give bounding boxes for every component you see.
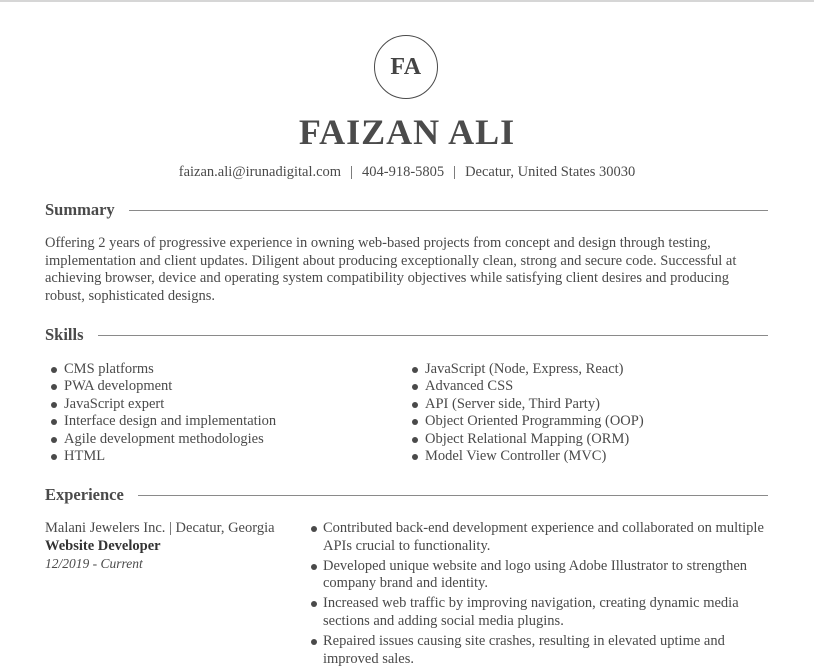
monogram-badge: FA bbox=[374, 35, 438, 99]
skills-divider bbox=[97, 334, 768, 336]
skills-list-left: CMS platforms PWA development JavaScript… bbox=[46, 361, 276, 465]
job-bullet: Developed unique website and logo using … bbox=[309, 558, 779, 593]
skill-item: Object Oriented Programming (OOP) bbox=[407, 413, 644, 430]
skill-item: Object Relational Mapping (ORM) bbox=[407, 431, 644, 448]
skill-item: Advanced CSS bbox=[407, 378, 644, 395]
skill-item: HTML bbox=[46, 448, 276, 465]
skills-section-header: Skills bbox=[45, 325, 768, 345]
job-bullet: Contributed back-end development experie… bbox=[309, 520, 779, 555]
skill-item: Interface design and implementation bbox=[46, 413, 276, 430]
skills-heading: Skills bbox=[45, 325, 84, 344]
skill-item: CMS platforms bbox=[46, 361, 276, 378]
skills-list-right: JavaScript (Node, Express, React) Advanc… bbox=[407, 361, 644, 465]
job-details: Malani Jewelers Inc. | Decatur, Georgia … bbox=[45, 520, 295, 573]
skill-item: API (Server side, Third Party) bbox=[407, 396, 644, 413]
monogram-initials: FA bbox=[390, 53, 422, 80]
experience-divider bbox=[137, 494, 768, 496]
skill-item: JavaScript expert bbox=[46, 396, 276, 413]
contact-email[interactable]: faizan.ali@irunadigital.com bbox=[179, 164, 341, 180]
skill-item: PWA development bbox=[46, 378, 276, 395]
contact-separator: | bbox=[453, 164, 457, 180]
skill-item: JavaScript (Node, Express, React) bbox=[407, 361, 644, 378]
summary-section-header: Summary bbox=[45, 200, 768, 220]
experience-section-header: Experience bbox=[45, 485, 768, 505]
job-bullets: Contributed back-end development experie… bbox=[309, 520, 779, 671]
contact-separator: | bbox=[350, 164, 353, 180]
contact-location: Decatur, United States 30030 bbox=[465, 164, 636, 180]
experience-heading: Experience bbox=[45, 485, 124, 504]
skill-item: Agile development methodologies bbox=[46, 431, 276, 448]
job-bullet: Increased web traffic by improving navig… bbox=[309, 595, 779, 630]
summary-text: Offering 2 years of progressive experien… bbox=[45, 235, 737, 304]
contact-phone[interactable]: 404-918-5805 bbox=[362, 164, 444, 180]
skill-item: Model View Controller (MVC) bbox=[407, 448, 644, 465]
summary-divider bbox=[128, 209, 768, 211]
summary-heading: Summary bbox=[45, 200, 115, 219]
top-border bbox=[0, 0, 814, 2]
job-dates: 12/2019 - Current bbox=[45, 556, 143, 572]
contact-line: faizan.ali@irunadigital.com | 404-918-5805… bbox=[0, 162, 814, 182]
job-title: Website Developer bbox=[45, 537, 161, 554]
candidate-name: FAIZAN ALI bbox=[298, 112, 516, 152]
job-bullet: Repaired issues causing site crashes, re… bbox=[309, 633, 779, 668]
job-company: Malani Jewelers Inc. | Decatur, Georgia bbox=[45, 520, 275, 536]
